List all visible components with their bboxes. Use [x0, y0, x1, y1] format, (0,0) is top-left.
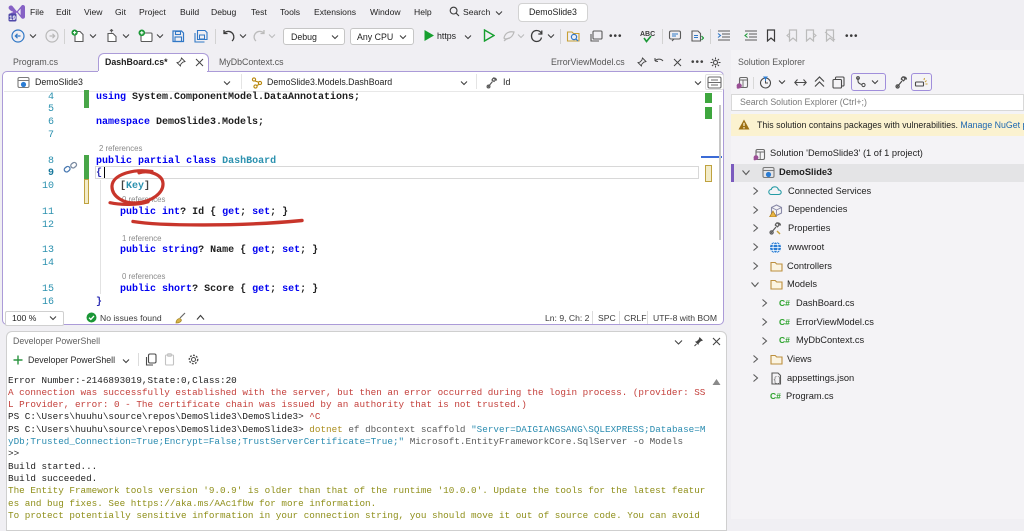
svg-text:19: 19	[9, 16, 16, 22]
svg-text:ABC: ABC	[640, 31, 655, 38]
svg-text:{}: {}	[773, 377, 781, 385]
